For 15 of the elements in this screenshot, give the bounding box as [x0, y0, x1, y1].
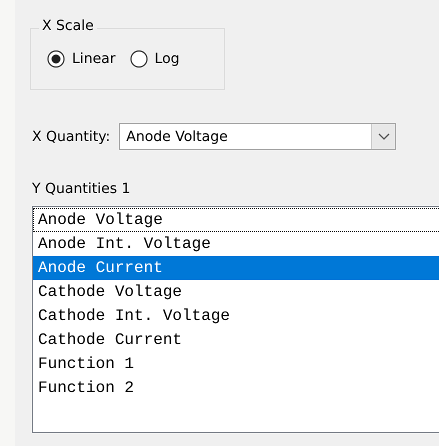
list-item[interactable]: Function 2	[33, 376, 439, 400]
x-quantity-dropdown[interactable]: Anode Voltage	[119, 123, 396, 150]
list-item[interactable]: Cathode Current	[33, 328, 439, 352]
y-quantities-list[interactable]: Anode Voltage Anode Int. Voltage Anode Current Cathode Voltage Cathode Int. Voltage Cathode Current Function 1 Function 2	[32, 206, 439, 433]
list-item[interactable]: Anode Int. Voltage	[33, 232, 439, 256]
list-item[interactable]: Anode Current	[33, 256, 439, 280]
list-item[interactable]: Function 1	[33, 352, 439, 376]
list-item[interactable]: Cathode Voltage	[33, 280, 439, 304]
radio-option[interactable]: Linear	[47, 50, 116, 68]
list-label: Y Quantities 1	[32, 181, 132, 197]
radio-option[interactable]: Log	[130, 50, 180, 68]
list-item[interactable]: Cathode Int. Voltage	[33, 304, 439, 328]
list-item[interactable]: Anode Voltage	[33, 208, 439, 232]
field-label: X Quantity:	[32, 128, 110, 144]
chevron-down-icon	[378, 132, 390, 140]
